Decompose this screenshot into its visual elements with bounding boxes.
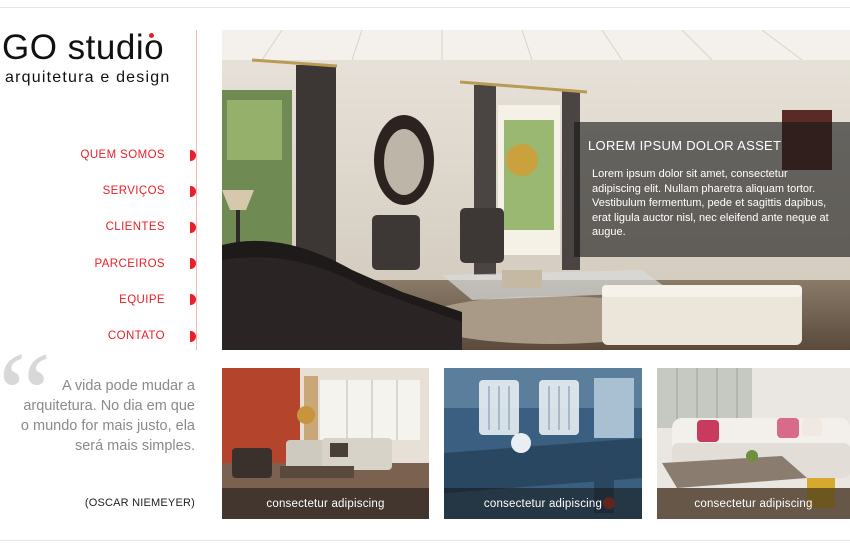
logo-dot-icon	[149, 33, 154, 38]
nav-item-clientes[interactable]: CLIENTES	[80, 209, 196, 245]
nav-item-label[interactable]: SERVIÇOS	[103, 185, 165, 197]
quote-author: (OSCAR NIEMEYER)	[84, 497, 195, 509]
thumbnail-1[interactable]: consectetur adipiscing	[222, 368, 429, 519]
nav-item-label[interactable]: EQUIPE	[119, 294, 165, 306]
nav-item-equipe[interactable]: EQUIPE	[80, 282, 196, 318]
nav-item-parceiros[interactable]: PARCEIROS	[80, 246, 196, 282]
sidebar-divider	[196, 30, 197, 350]
thumbnail-caption-bar: consectetur adipiscing	[657, 488, 850, 519]
thumbnail-caption-bar: consectetur adipiscing	[444, 488, 642, 519]
nav-item-quem-somos[interactable]: QUEM SOMOS	[80, 137, 196, 173]
hero-body-text: Lorem ipsum dolor sit amet, consectetur …	[592, 168, 829, 238]
main-nav: QUEM SOMOS SERVIÇOS CLIENTES PARCEIROS E…	[80, 137, 196, 354]
nav-item-contato[interactable]: CONTATO	[80, 318, 196, 354]
thumbnail-caption-bar: consectetur adipiscing	[222, 488, 429, 519]
nav-item-label[interactable]: PARCEIROS	[95, 258, 165, 270]
nav-item-label[interactable]: QUEM SOMOS	[80, 149, 165, 161]
nav-item-label[interactable]: CONTATO	[108, 330, 165, 342]
top-divider	[0, 7, 850, 8]
thumbnail-caption: consectetur adipiscing	[483, 497, 603, 510]
brand-logo-subtitle: arquitetura e design	[5, 69, 171, 86]
quote-text: A vida pode mudar a arquitetura. No dia …	[20, 378, 195, 454]
thumbnail-3[interactable]: consectetur adipiscing	[657, 368, 850, 519]
thumbnail-caption: consectetur adipiscing	[694, 497, 813, 510]
hero-title: LOREM IPSUM DOLOR ASSET	[588, 138, 782, 153]
bottom-divider	[0, 540, 850, 541]
nav-item-servicos[interactable]: SERVIÇOS	[80, 173, 196, 209]
brand-logo-title[interactable]: GO studio	[2, 28, 164, 68]
thumbnail-2[interactable]: consectetur adipiscing	[444, 368, 642, 519]
thumbnail-caption: consectetur adipiscing	[266, 497, 385, 510]
nav-item-label[interactable]: CLIENTES	[106, 221, 165, 233]
